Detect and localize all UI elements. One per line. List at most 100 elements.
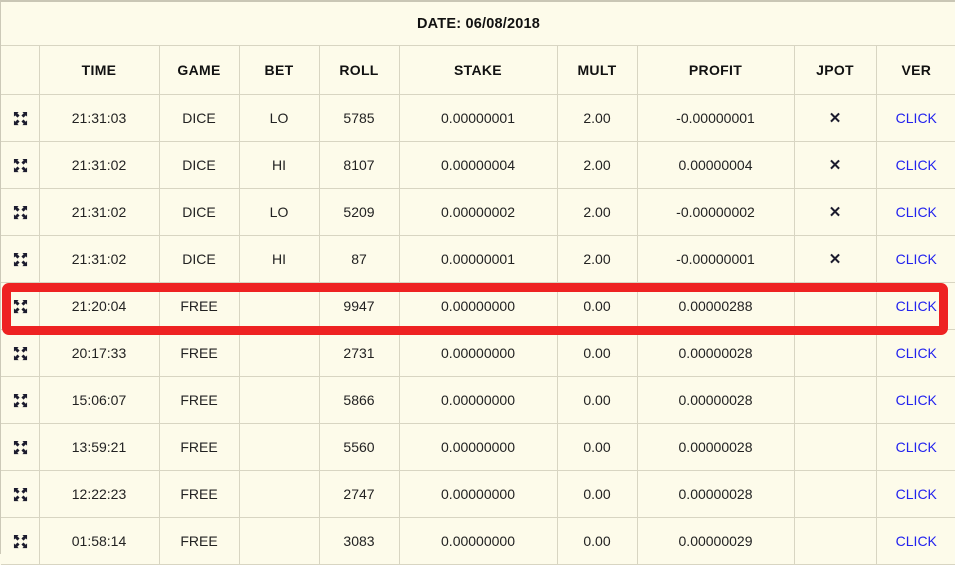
cell-roll: 5560 bbox=[318, 423, 400, 471]
table-row[interactable]: 21:20:04 FREE 9947 0.00000000 0.00 0.00000288… bbox=[1, 282, 955, 330]
table-row[interactable]: 12:22:23 FREE 2747 0.00000000 0.00 0.00000028… bbox=[1, 470, 955, 518]
column-header-ver[interactable]: VER bbox=[875, 45, 955, 95]
verify-click-link[interactable]: CLICK bbox=[896, 345, 937, 361]
cell-roll: 5785 bbox=[318, 94, 400, 142]
column-header-roll[interactable]: ROLL bbox=[318, 45, 400, 95]
cell-time: 21:20:04 bbox=[38, 282, 160, 330]
cell-jpot: ✕ bbox=[793, 235, 877, 283]
cell-bet bbox=[238, 329, 320, 377]
cell-ver: CLICK bbox=[875, 517, 955, 565]
cell-stake: 0.00000000 bbox=[398, 470, 558, 518]
table-row[interactable]: 13:59:21 FREE 5560 0.00000000 0.00 0.00000028… bbox=[1, 423, 955, 471]
cell-profit: 0.00000028 bbox=[636, 423, 795, 471]
cell-profit: 0.00000004 bbox=[636, 141, 795, 189]
cell-jpot bbox=[793, 423, 877, 471]
cell-game: FREE bbox=[158, 376, 240, 424]
cell-stake: 0.00000000 bbox=[398, 376, 558, 424]
cell-mult: 0.00 bbox=[556, 470, 638, 518]
cell-roll: 87 bbox=[318, 235, 400, 283]
cross-x-icon: ✕ bbox=[828, 204, 842, 221]
cell-profit: 0.00000028 bbox=[636, 470, 795, 518]
column-header-row: TIME GAME BET ROLL STAKE MULT PROFIT JPO… bbox=[1, 45, 955, 95]
verify-click-link[interactable]: CLICK bbox=[896, 204, 937, 220]
verify-click-link[interactable]: CLICK bbox=[896, 251, 937, 267]
table-row[interactable]: 21:31:02 DICE HI 87 0.00000001 2.00 -0.0000000… bbox=[1, 235, 955, 283]
expand-arrows-icon[interactable] bbox=[1, 423, 40, 471]
column-header-game[interactable]: GAME bbox=[158, 45, 240, 95]
cross-x-icon: ✕ bbox=[828, 157, 842, 174]
cell-mult: 0.00 bbox=[556, 517, 638, 565]
cell-ver: CLICK bbox=[875, 423, 955, 471]
expand-arrows-icon[interactable] bbox=[1, 329, 40, 377]
cell-ver: CLICK bbox=[875, 282, 955, 330]
cell-game: FREE bbox=[158, 329, 240, 377]
column-header-icon bbox=[1, 45, 40, 95]
cell-time: 21:31:02 bbox=[38, 141, 160, 189]
verify-click-link[interactable]: CLICK bbox=[896, 110, 937, 126]
cell-bet bbox=[238, 376, 320, 424]
expand-arrows-icon[interactable] bbox=[1, 470, 40, 518]
verify-click-link[interactable]: CLICK bbox=[896, 439, 937, 455]
table-row[interactable]: 21:31:02 DICE LO 5209 0.00000002 2.00 -0.00000… bbox=[1, 188, 955, 236]
cell-roll: 2747 bbox=[318, 470, 400, 518]
cell-time: 21:31:03 bbox=[38, 94, 160, 142]
verify-click-link[interactable]: CLICK bbox=[896, 157, 937, 173]
expand-arrows-icon[interactable] bbox=[1, 376, 40, 424]
verify-click-link[interactable]: CLICK bbox=[896, 533, 937, 549]
verify-click-link[interactable]: CLICK bbox=[896, 392, 937, 408]
cell-bet bbox=[238, 423, 320, 471]
column-header-stake[interactable]: STAKE bbox=[398, 45, 558, 95]
cell-stake: 0.00000002 bbox=[398, 188, 558, 236]
cell-mult: 2.00 bbox=[556, 94, 638, 142]
cell-jpot bbox=[793, 517, 877, 565]
cell-roll: 9947 bbox=[318, 282, 400, 330]
verify-click-link[interactable]: CLICK bbox=[896, 298, 937, 314]
cell-game: FREE bbox=[158, 282, 240, 330]
cell-time: 21:31:02 bbox=[38, 235, 160, 283]
cell-profit: -0.00000002 bbox=[636, 188, 795, 236]
cell-game: FREE bbox=[158, 517, 240, 565]
table-row[interactable]: 01:58:14 FREE 3083 0.00000000 0.00 0.00000029… bbox=[1, 517, 955, 565]
cell-game: DICE bbox=[158, 188, 240, 236]
expand-arrows-icon[interactable] bbox=[1, 94, 40, 142]
cell-profit: 0.00000029 bbox=[636, 517, 795, 565]
cell-jpot bbox=[793, 282, 877, 330]
bet-history-table: DATE: 06/08/2018 TIME GAME BET ROLL STAK… bbox=[1, 2, 955, 565]
cell-time: 15:06:07 bbox=[38, 376, 160, 424]
expand-arrows-icon[interactable] bbox=[1, 188, 40, 236]
cell-roll: 5866 bbox=[318, 376, 400, 424]
column-header-jpot[interactable]: JPOT bbox=[793, 45, 877, 95]
cell-profit: -0.00000001 bbox=[636, 235, 795, 283]
cell-bet bbox=[238, 282, 320, 330]
cell-mult: 0.00 bbox=[556, 282, 638, 330]
cell-ver: CLICK bbox=[875, 188, 955, 236]
expand-arrows-icon[interactable] bbox=[1, 517, 40, 565]
cell-roll: 5209 bbox=[318, 188, 400, 236]
table-row[interactable]: 21:31:03 DICE LO 5785 0.00000001 2.00 -0.00000… bbox=[1, 94, 955, 142]
cell-profit: 0.00000028 bbox=[636, 329, 795, 377]
cell-mult: 2.00 bbox=[556, 188, 638, 236]
cell-stake: 0.00000000 bbox=[398, 423, 558, 471]
column-header-bet[interactable]: BET bbox=[238, 45, 320, 95]
cell-roll: 3083 bbox=[318, 517, 400, 565]
cell-profit: -0.00000001 bbox=[636, 94, 795, 142]
cell-time: 12:22:23 bbox=[38, 470, 160, 518]
cell-mult: 0.00 bbox=[556, 423, 638, 471]
table-row[interactable]: 20:17:33 FREE 2731 0.00000000 0.00 0.00000028… bbox=[1, 329, 955, 377]
cell-stake: 0.00000001 bbox=[398, 94, 558, 142]
table-row[interactable]: 21:31:02 DICE HI 8107 0.00000004 2.00 0.000000… bbox=[1, 141, 955, 189]
expand-arrows-icon[interactable] bbox=[1, 282, 40, 330]
column-header-time[interactable]: TIME bbox=[38, 45, 160, 95]
table-head: DATE: 06/08/2018 TIME GAME BET ROLL STAK… bbox=[1, 2, 955, 95]
column-header-mult[interactable]: MULT bbox=[556, 45, 638, 95]
cell-bet bbox=[238, 470, 320, 518]
cell-mult: 2.00 bbox=[556, 141, 638, 189]
verify-click-link[interactable]: CLICK bbox=[896, 486, 937, 502]
column-header-profit[interactable]: PROFIT bbox=[636, 45, 795, 95]
date-caption: DATE: 06/08/2018 bbox=[1, 2, 955, 46]
cell-ver: CLICK bbox=[875, 470, 955, 518]
expand-arrows-icon[interactable] bbox=[1, 141, 40, 189]
expand-arrows-icon[interactable] bbox=[1, 235, 40, 283]
date-caption-row: DATE: 06/08/2018 bbox=[1, 2, 955, 46]
table-row[interactable]: 15:06:07 FREE 5866 0.00000000 0.00 0.00000028… bbox=[1, 376, 955, 424]
